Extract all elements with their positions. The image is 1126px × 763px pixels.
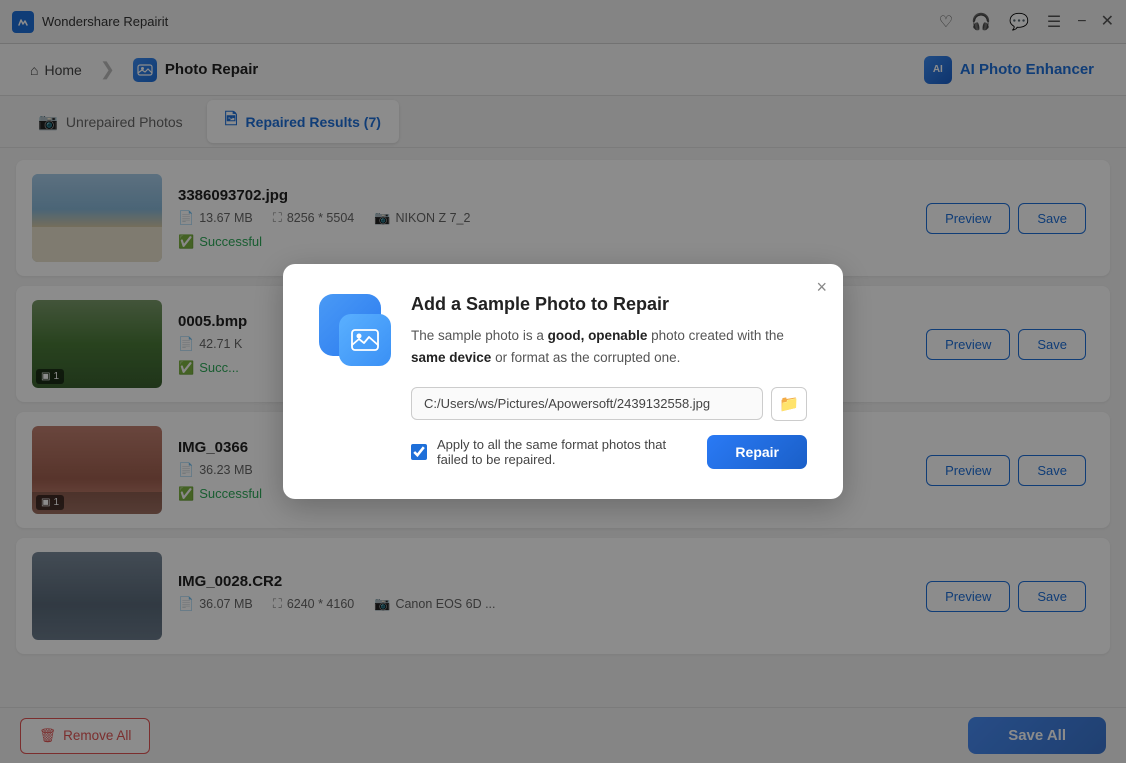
modal-icon-front <box>339 314 391 366</box>
modal-body: Add a Sample Photo to Repair The sample … <box>319 294 807 468</box>
desc-text-2: photo created with the <box>647 328 784 343</box>
desc-bold-1: good, openable <box>548 328 648 343</box>
modal-title: Add a Sample Photo to Repair <box>411 294 807 315</box>
apply-all-checkbox[interactable] <box>411 444 427 460</box>
modal-checkbox-row: Apply to all the same format photos that… <box>411 435 807 469</box>
modal-dialog: × Add a Sample Photo to Repair The sampl… <box>283 264 843 498</box>
modal-description: The sample photo is a good, openable pho… <box>411 325 807 368</box>
browse-folder-button[interactable]: 📁 <box>771 387 807 421</box>
desc-text-1: The sample photo is a <box>411 328 548 343</box>
modal-icon-wrapper <box>319 294 391 366</box>
photo-icon <box>350 325 380 355</box>
modal-overlay[interactable]: × Add a Sample Photo to Repair The sampl… <box>0 0 1126 763</box>
folder-icon: 📁 <box>779 394 799 414</box>
desc-bold-2: same device <box>411 350 491 365</box>
desc-text-3: or format as the corrupted one. <box>491 350 680 365</box>
repair-button[interactable]: Repair <box>707 435 807 469</box>
modal-close-button[interactable]: × <box>816 278 827 296</box>
sample-photo-path-input[interactable] <box>411 387 763 420</box>
modal-path-row: 📁 <box>411 387 807 421</box>
modal-content: Add a Sample Photo to Repair The sample … <box>411 294 807 468</box>
apply-all-label: Apply to all the same format photos that… <box>437 437 697 467</box>
